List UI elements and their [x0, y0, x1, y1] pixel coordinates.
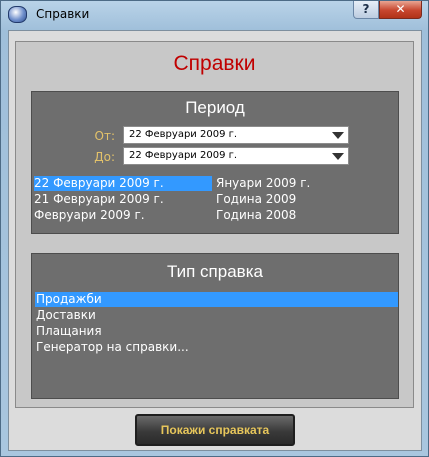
from-date-select[interactable]: 22 Февруари 2009 г. [123, 126, 349, 144]
period-panel: Период От: 22 Февруари 2009 г. До: 22 Фе… [31, 91, 399, 234]
title-bar[interactable]: Справки ? ✕ [1, 1, 428, 29]
client-area: Справки Период От: 22 Февруари 2009 г. Д… [8, 30, 422, 451]
period-quick-item[interactable]: Януари 2009 г. [216, 176, 310, 191]
help-button[interactable]: ? [353, 1, 379, 19]
app-icon [8, 6, 27, 23]
period-quick-item[interactable]: Февруари 2009 г. [34, 208, 145, 223]
content-panel: Справки Период От: 22 Февруари 2009 г. Д… [15, 41, 414, 408]
chevron-down-icon[interactable] [332, 132, 344, 139]
show-report-button[interactable]: Покажи справката [135, 414, 295, 446]
window-title: Справки [36, 7, 90, 21]
report-type-item[interactable]: Генератор на справки... [35, 340, 398, 355]
report-type-panel: Тип справка Продажби Доставки Плащания Г… [31, 253, 399, 399]
period-quick-item[interactable]: 21 Февруари 2009 г. [34, 192, 164, 207]
app-window: Справки ? ✕ Справки Период От: 22 Февруа… [0, 0, 429, 457]
from-date-value: 22 Февруари 2009 г. [129, 129, 238, 140]
period-quick-item[interactable]: Година 2008 [216, 208, 296, 223]
chevron-down-icon[interactable] [332, 153, 344, 160]
report-type-item[interactable]: Продажби [35, 292, 398, 307]
report-type-heading: Тип справка [167, 262, 263, 281]
to-label: До: [94, 150, 115, 164]
from-label: От: [94, 129, 115, 143]
period-quick-item[interactable]: 22 Февруари 2009 г. [34, 176, 212, 191]
report-type-item[interactable]: Доставки [35, 308, 398, 323]
period-heading: Период [185, 98, 245, 117]
report-type-item[interactable]: Плащания [35, 324, 398, 339]
period-quick-item[interactable]: Година 2009 [216, 192, 296, 207]
to-date-value: 22 Февруари 2009 г. [129, 150, 238, 161]
to-date-select[interactable]: 22 Февруари 2009 г. [123, 147, 349, 165]
page-title: Справки [173, 52, 256, 75]
close-button[interactable]: ✕ [379, 1, 422, 19]
